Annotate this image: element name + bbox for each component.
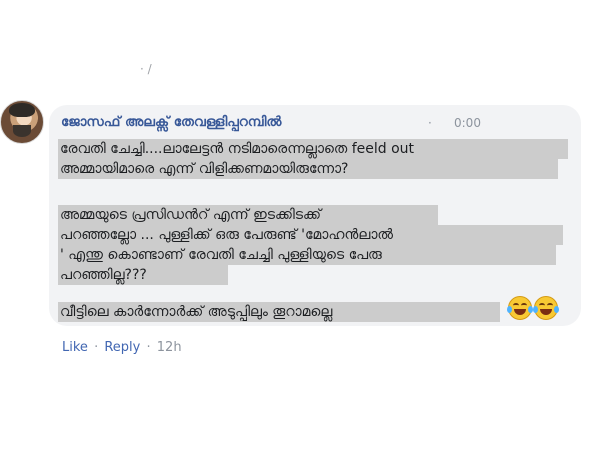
comment-author[interactable]: ജോസഫ് അലക്സ് തേവള്ളിപ്പറമ്പിൽ — [61, 114, 281, 130]
action-separator: · — [146, 340, 151, 355]
comment-line: അമ്മയുടെ പ്രസിഡൻറ് എന്ന് ഇടക്കിടക്ക് — [58, 205, 438, 225]
comment-line: പറഞ്ഞല്ലോ ... പുള്ളിക്ക് ഒരു പേരുണ്ട് 'മ… — [58, 225, 563, 245]
comment-line: അമ്മായിമാരെ എന്ന് വിളിക്കണമായിരുന്നോ? — [58, 159, 558, 179]
comment-line: ' എന്തു കൊണ്ടാണ് രേവതി ചേച്ചി പുള്ളിയുടെ… — [58, 245, 556, 265]
tears-of-joy-emoji-icon — [507, 296, 533, 320]
avatar[interactable] — [0, 100, 44, 144]
comment-actions: Like · Reply · 12h — [62, 340, 182, 355]
like-link[interactable]: Like — [62, 340, 88, 355]
comment-line: രേവതി ചേച്ചി....ലാലേട്ടൻ നടിമാരെന്നല്ലാത… — [58, 139, 568, 159]
comment-time: 0:00 — [454, 116, 481, 130]
comment-line: പറഞ്ഞില്ല??? — [58, 265, 228, 285]
reply-link[interactable]: Reply — [104, 340, 140, 355]
author-time-separator: · — [428, 116, 432, 130]
avatar-hair — [9, 103, 35, 117]
tears-of-joy-emoji-icon — [533, 296, 559, 320]
comment-line: വീട്ടിലെ കാർന്നോർക്ക് അടുപ്പിലും തൂറാമല്… — [58, 302, 500, 322]
top-marker: · / — [140, 62, 152, 76]
avatar-beard — [13, 125, 31, 137]
comment-age[interactable]: 12h — [157, 340, 182, 355]
emoji-group — [507, 296, 559, 320]
action-separator: · — [94, 340, 99, 355]
